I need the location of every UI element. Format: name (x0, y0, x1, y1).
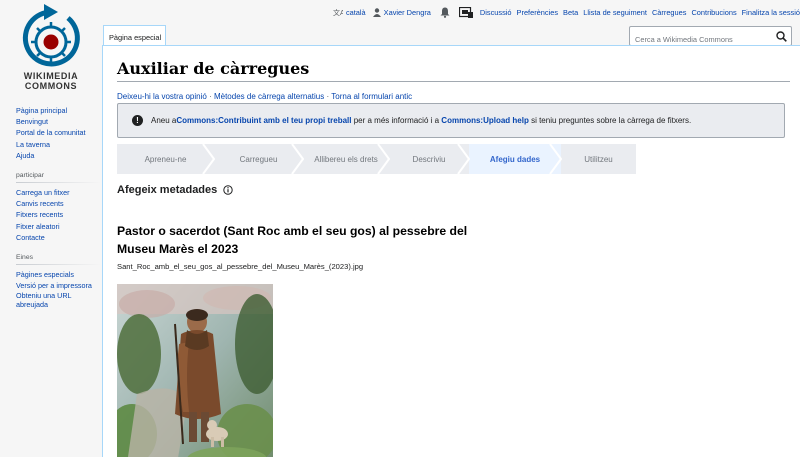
sidebar-item-help[interactable]: Ajuda (16, 150, 100, 161)
sidebar-item-upload-file[interactable]: Carrega un fitxer (16, 187, 100, 198)
step-label: Utilitzeu (584, 154, 613, 164)
logout-link[interactable]: Finalitza la sessió (742, 8, 800, 17)
search-icon[interactable] (776, 31, 787, 42)
sidebar-participate: participar Carrega un fitxer Canvis rece… (0, 172, 100, 243)
svg-text:文A: 文A (333, 8, 343, 17)
logo-wordmark-line2: COMMONS (24, 81, 78, 91)
notifications-button[interactable] (440, 7, 450, 18)
tray-icon (458, 6, 473, 18)
step-label: Descriviu (412, 154, 446, 164)
contributions-link[interactable]: Contribucions (691, 8, 736, 17)
sidebar: Pàgina principal Benvingut Portal de la … (0, 105, 100, 317)
sidebar-item-short-url[interactable]: Obteniu una URL abreujada (16, 291, 96, 309)
preferences-link[interactable]: Preferències (517, 8, 559, 17)
user-name: Xavier Dengra (383, 7, 431, 17)
language-selector[interactable]: 文A català (333, 8, 366, 17)
info-icon[interactable] (223, 185, 233, 195)
sidebar-item-community-portal[interactable]: Portal de la comunitat (16, 127, 100, 138)
user-icon (372, 7, 381, 17)
step-label: Allibereu els drets (314, 154, 378, 164)
exclamation-icon: ! (132, 115, 143, 126)
bell-icon (440, 7, 450, 18)
language-label: català (345, 7, 366, 17)
notices-button[interactable] (458, 6, 473, 18)
add-metadata-title: Afegeix metadades (117, 184, 218, 196)
sidebar-item-random-file[interactable]: Fitxer aleatori (16, 221, 100, 232)
step-learn: Apreneu-ne (117, 144, 215, 174)
main-content: Auxiliar de càrregues Deixeu-hi la vostr… (102, 45, 800, 457)
sidebar-item-special-pages[interactable]: Pàgines especials (16, 269, 100, 280)
step-label: Afegiu dades (489, 154, 541, 164)
user-page-link[interactable]: Xavier Dengra (372, 7, 431, 17)
step-release-rights: Allibereu els drets (303, 144, 390, 174)
commons-logo-icon (22, 4, 80, 67)
sidebar-item-contact[interactable]: Contacte (16, 232, 100, 243)
discussion-link[interactable]: Discussió (480, 8, 512, 17)
step-arrow-icon (549, 144, 562, 174)
search-box (629, 26, 792, 49)
title-divider (117, 81, 790, 82)
sidebar-item-welcome[interactable]: Benvingut (16, 116, 100, 127)
sidebar-item-main-page[interactable]: Pàgina principal (16, 105, 100, 116)
logo-wordmark-line1: WIKIMEDIA (23, 71, 79, 81)
help-notice: ! Aneu a Commons:Contribuint amb el teu … (117, 103, 785, 138)
step-use: Utilitzeu (561, 144, 636, 174)
feedback-link[interactable]: Deixeu-hi la vostra opinió (117, 92, 207, 101)
step-describe: Descriviu (389, 144, 470, 174)
page-title: Auxiliar de càrregues (117, 59, 310, 78)
notice-suffix: si teniu preguntes sobre la càrrega de f… (528, 116, 692, 125)
alternative-upload-link[interactable]: Mètodes de càrrega alternatius (214, 92, 324, 101)
nativity-figure-image (117, 284, 273, 457)
old-form-link[interactable]: Torna al formulari antic (331, 92, 412, 101)
sidebar-item-recent-changes[interactable]: Canvis recents (16, 198, 100, 209)
watchlist-link[interactable]: Llista de seguiment (583, 8, 647, 17)
notice-prefix: Aneu a (151, 116, 177, 125)
step-label: Apreneu-ne (144, 154, 187, 164)
sidebar-participate-heading: participar (16, 172, 100, 184)
personal-tools: 文A català Xavier Dengra Discussió Prefer… (328, 4, 800, 20)
link-separator: · (326, 92, 330, 101)
uploads-link[interactable]: Càrregues (652, 8, 687, 17)
step-arrow-icon (202, 144, 215, 174)
beta-link[interactable]: Beta (563, 8, 578, 17)
sidebar-tools-heading: Eines (16, 254, 100, 266)
step-add-data: Afegiu dades (469, 144, 562, 174)
sidebar-navigation: Pàgina principal Benvingut Portal de la … (0, 105, 100, 161)
wikimedia-commons-logo[interactable]: WIKIMEDIA COMMONS (14, 2, 88, 92)
step-label: Carregueu (239, 154, 278, 164)
step-upload: Carregueu (214, 144, 304, 174)
language-icon: 文A (333, 8, 343, 17)
notice-link-upload-help[interactable]: Commons:Upload help (441, 116, 529, 125)
sidebar-item-printable-version[interactable]: Versió per a impressora (16, 280, 100, 291)
file-title: Pastor o sacerdot (Sant Roc amb el seu g… (117, 224, 468, 256)
file-thumbnail (117, 284, 273, 457)
upload-wizard-links: Deixeu-hi la vostra opinió · Mètodes de … (117, 92, 412, 101)
tab-special-page[interactable]: Pàgina especial (103, 25, 166, 45)
notice-link-contributing[interactable]: Commons:Contribuint amb el teu propi tre… (176, 116, 351, 125)
upload-steps: Apreneu-ne Carregueu Allibereu els drets… (117, 144, 636, 174)
sidebar-item-recent-files[interactable]: Fitxers recents (16, 209, 100, 220)
add-metadata-heading: Afegeix metadades (117, 184, 233, 196)
notice-middle: per a més informació i a (351, 116, 442, 125)
sidebar-item-village-pump[interactable]: La taverna (16, 139, 100, 150)
step-arrow-icon (457, 144, 470, 174)
sidebar-tools: Eines Pàgines especials Versió per a imp… (0, 254, 100, 309)
file-name: Sant_Roc_amb_el_seu_gos_al_pessebre_del_… (117, 262, 364, 271)
step-arrow-icon (291, 144, 304, 174)
step-arrow-icon (377, 144, 390, 174)
link-separator: · (209, 92, 212, 101)
